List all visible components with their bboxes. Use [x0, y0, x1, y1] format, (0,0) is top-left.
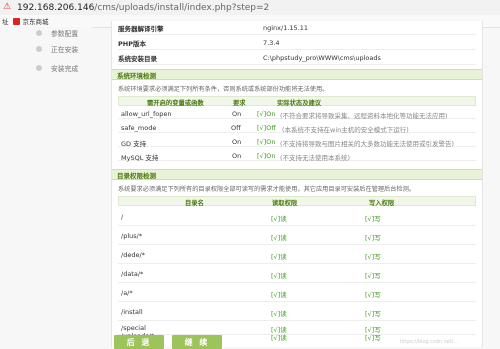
- perm-row: /plus/* [√]读 [√]写: [118, 226, 476, 245]
- perm-row: / [√]读 [√]写: [118, 207, 476, 226]
- step-dot-icon: [36, 46, 42, 52]
- perm-table-header: 目录名 读取权限 写入权限: [118, 196, 476, 207]
- perm-row: /data/* [√]读 [√]写: [118, 264, 476, 283]
- perm-row: /dede/* [√]读 [√]写: [118, 245, 476, 264]
- perm-check-header: 目录权限检测: [112, 169, 482, 180]
- perm-check-note: 系统要求必须满足下列所有的目录权限全部可读写的需求才能使用，其它应用目录可安装后…: [118, 186, 415, 193]
- env-check-header: 系统环境检测: [112, 69, 482, 80]
- server-info-row: PHP版本 7.3.4: [118, 36, 476, 50]
- step-dot-icon: [36, 65, 42, 71]
- install-steps-nav: 参数配置 正在安装 安装完成: [0, 27, 92, 347]
- install-panel: 服务器解译引擎 nginx/1.15.11 PHP版本 7.3.4 系统安装目录…: [111, 21, 483, 347]
- server-info-row: 服务器解译引擎 nginx/1.15.11: [118, 21, 476, 35]
- env-check-note: 系统环境要求必须满足下列所有条件，否则系统或系统部份功能将无法使用。: [118, 86, 329, 93]
- perm-row: /a/* [√]读 [√]写: [118, 283, 476, 302]
- url-text[interactable]: 192.168.206.146/cms/uploads/install/inde…: [17, 3, 269, 13]
- step-dot-icon: [36, 30, 42, 36]
- nav-step-installing: 正在安装: [0, 40, 92, 58]
- env-row: GD 支持 On [√]On (不支持将导致与图片相关的大多数功能无法使用或引发…: [118, 135, 476, 148]
- env-row: safe_mode Off [√]Off (本系统不支持在win主机的安全模式下…: [118, 121, 476, 134]
- server-info-row: 系统安装目录 C:\phpstudy_pro\WWW\cms\uploads: [118, 51, 476, 65]
- address-bar[interactable]: ⚠ 192.168.206.146/cms/uploads/install/in…: [0, 0, 500, 16]
- env-table-header: 需开启的变量或函数 要求 实际状态及建议: [118, 96, 476, 107]
- env-row: MySQL 支持 On [√]On (不支持无法使用本系统): [118, 149, 476, 162]
- nav-step-complete: 安装完成: [0, 59, 92, 77]
- env-row: allow_url_fopen On [√]On (不符合要求将导致采集、远程资…: [118, 107, 476, 120]
- not-secure-icon[interactable]: ⚠: [3, 3, 12, 12]
- perm-row: /install [√]读 [√]写: [118, 302, 476, 321]
- watermark: https://blog.csdn.net/...: [400, 339, 459, 345]
